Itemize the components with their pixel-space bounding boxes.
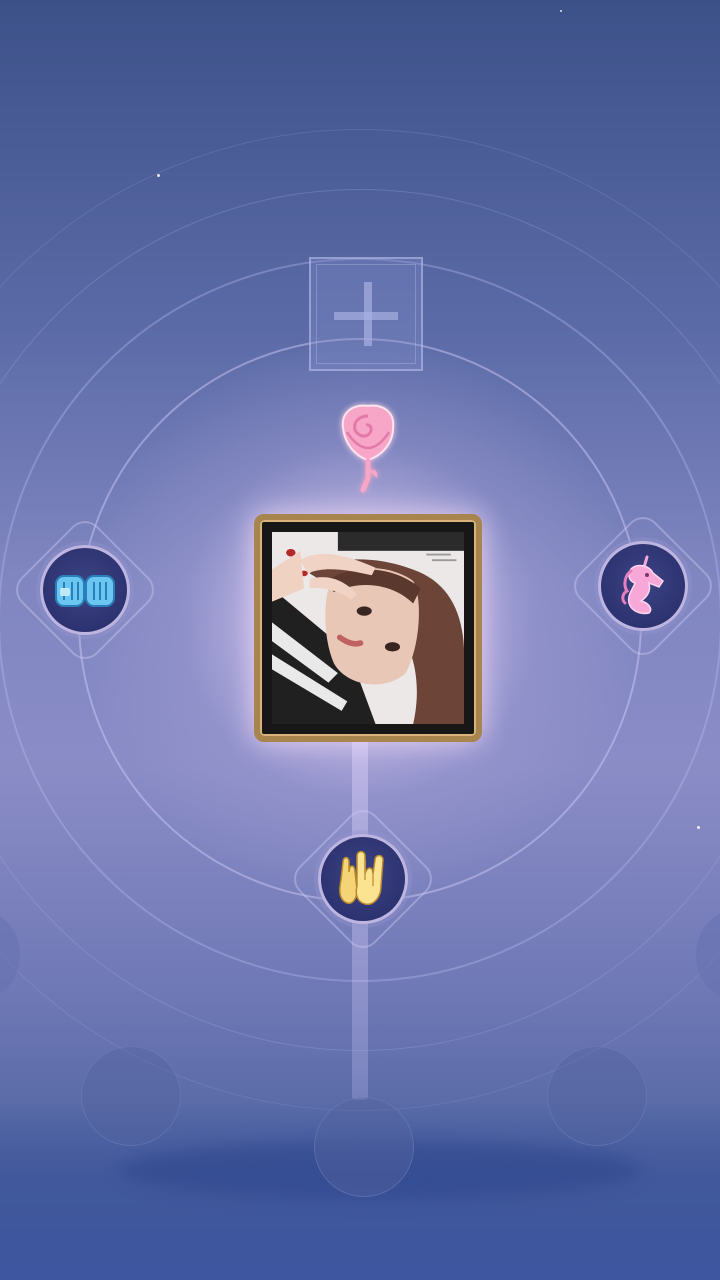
empty-emote-slot[interactable] xyxy=(314,1097,414,1197)
emote-wheel-screen xyxy=(0,0,720,1280)
sparkle xyxy=(697,826,700,829)
sparkle xyxy=(560,10,562,12)
fist-bump-icon xyxy=(55,575,115,607)
plus-icon-vertical xyxy=(364,282,372,346)
player-avatar-frame[interactable] xyxy=(254,514,482,742)
emote-clapping-hands[interactable] xyxy=(318,834,408,924)
add-emote-slot[interactable] xyxy=(309,257,423,371)
sparkle xyxy=(157,174,160,177)
empty-emote-slot[interactable] xyxy=(547,1046,647,1146)
emote-fist-bump[interactable] xyxy=(40,545,130,635)
empty-emote-slot[interactable] xyxy=(81,1046,181,1146)
unicorn-icon xyxy=(621,555,665,615)
clapping-hands-icon xyxy=(339,850,384,906)
rose-icon[interactable] xyxy=(333,398,403,496)
emote-unicorn[interactable] xyxy=(598,541,688,631)
player-avatar-photo xyxy=(272,532,464,724)
